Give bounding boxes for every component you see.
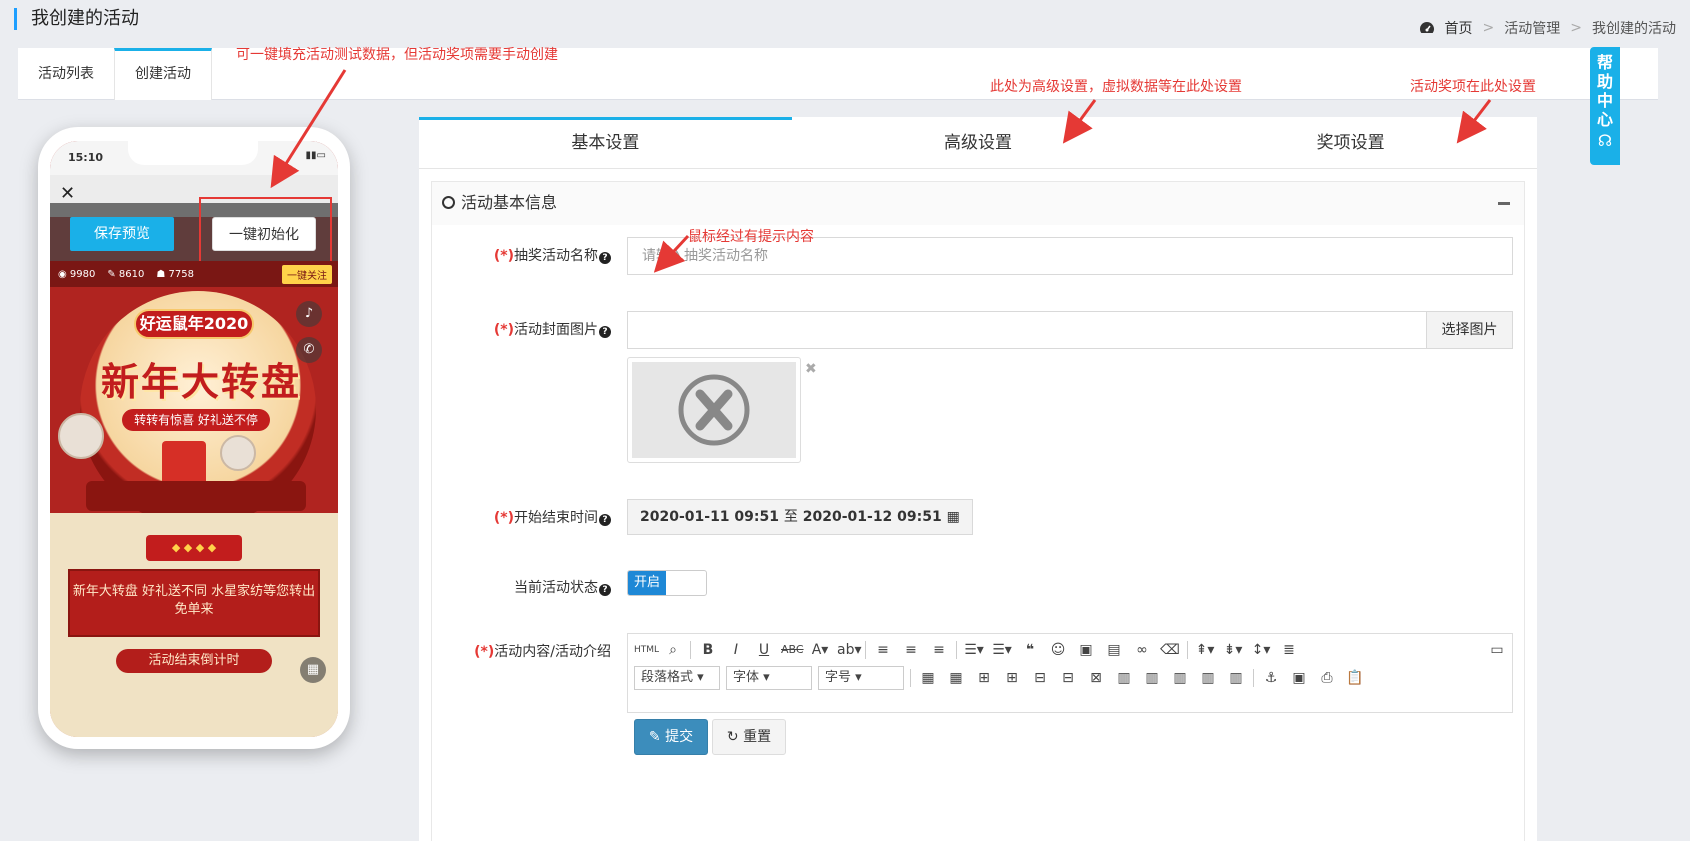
help-center-button[interactable]: 帮助中心 ☊ (1590, 47, 1620, 165)
help-center-label: 帮助中心 (1596, 53, 1613, 129)
headset-icon: ☊ (1597, 131, 1613, 150)
arrow-init (270, 69, 347, 189)
arrow-advanced (1062, 99, 1097, 144)
arrow-hover (653, 234, 690, 273)
arrow-prize (1456, 99, 1492, 144)
annotation-arrows (270, 69, 1492, 273)
